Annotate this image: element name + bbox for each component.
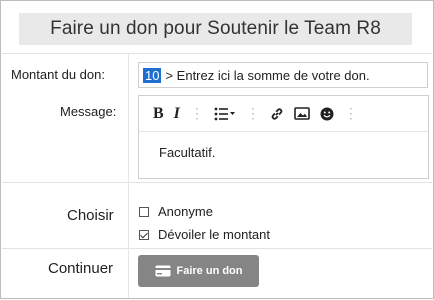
amount-value[interactable]: 10 — [143, 67, 162, 83]
continue-label: Continuer — [48, 260, 114, 277]
choose-label: Choisir — [67, 207, 114, 224]
link-icon[interactable] — [270, 103, 284, 125]
anonymous-label: Anonyme — [158, 204, 213, 219]
message-label: Message: — [60, 104, 117, 119]
reveal-amount-label: Dévoiler le montant — [158, 227, 270, 242]
amount-label: Montant du don: — [11, 67, 105, 82]
image-icon[interactable] — [294, 103, 310, 125]
toolbar-separator: ⋮ — [245, 105, 260, 121]
amount-field[interactable]: 10 > Entrez ici la somme de votre don. — [138, 62, 428, 88]
reveal-amount-option[interactable]: Dévoiler le montant — [139, 227, 270, 242]
credit-card-icon — [155, 265, 170, 277]
form-header: Faire un don pour Soutenir le Team R8 — [19, 13, 412, 45]
list-icon[interactable] — [214, 103, 236, 125]
page-title: Faire un don pour Soutenir le Team R8 — [50, 18, 381, 39]
italic-icon[interactable]: I — [174, 103, 180, 125]
message-editor[interactable]: B I ⋮ ⋮ ⋮ Facultatif. — [138, 95, 429, 179]
anonymous-checkbox[interactable] — [139, 206, 149, 217]
reveal-amount-checkbox[interactable] — [139, 229, 149, 240]
message-placeholder[interactable]: Facultatif. — [139, 132, 428, 160]
donate-button[interactable]: Faire un don — [138, 255, 259, 287]
toolbar-separator: ⋮ — [189, 105, 204, 121]
editor-toolbar: B I ⋮ ⋮ ⋮ — [139, 96, 428, 132]
donate-button-label: Faire un don — [176, 265, 243, 277]
anonymous-option[interactable]: Anonyme — [139, 204, 213, 219]
divider — [2, 182, 432, 183]
amount-hint: > Entrez ici la somme de votre don. — [165, 67, 370, 83]
column-divider — [128, 54, 129, 298]
more-icon[interactable]: ⋮ — [344, 105, 358, 122]
bold-icon[interactable]: B — [153, 103, 164, 125]
donation-form: Faire un don pour Soutenir le Team R8 Mo… — [0, 0, 434, 299]
divider — [2, 53, 432, 54]
emoji-icon[interactable] — [320, 103, 334, 125]
divider — [2, 248, 432, 249]
